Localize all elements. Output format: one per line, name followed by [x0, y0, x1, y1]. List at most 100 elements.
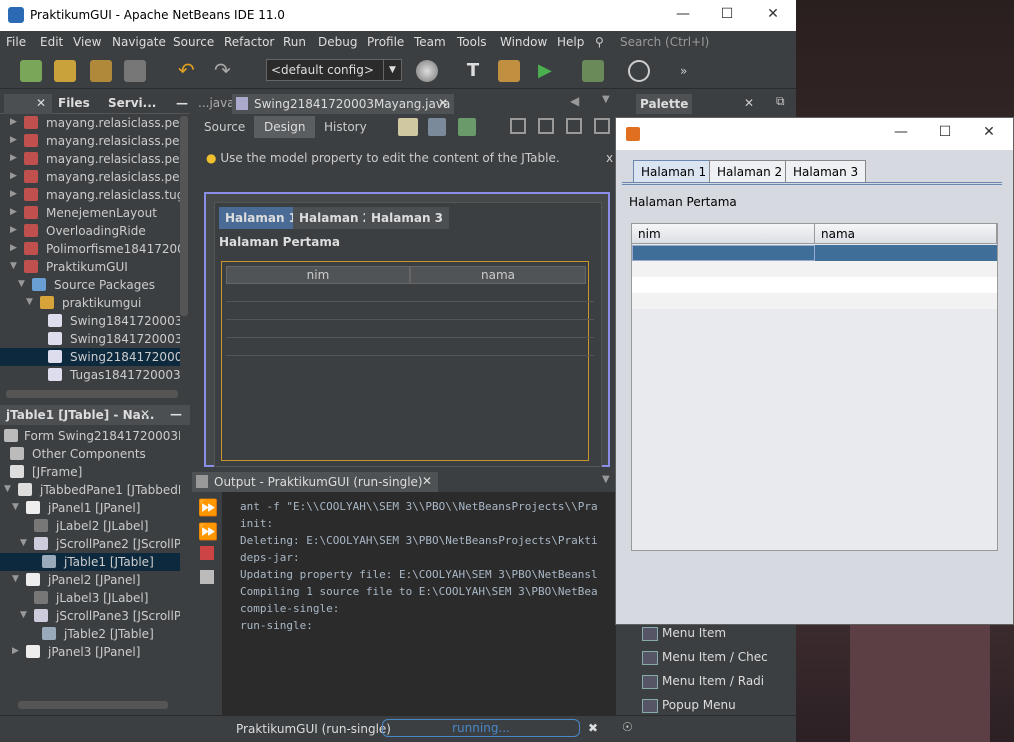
- run-icon[interactable]: ▶: [538, 60, 560, 82]
- column-header-nama[interactable]: nama: [815, 224, 997, 244]
- open-project-icon[interactable]: [90, 60, 112, 82]
- palette-item[interactable]: Menu Item: [642, 624, 726, 644]
- expand-icon[interactable]: ▶: [10, 225, 17, 235]
- collapse-icon[interactable]: ▼: [12, 574, 19, 584]
- tab-design[interactable]: Design: [254, 116, 316, 138]
- build-icon[interactable]: T: [462, 60, 484, 82]
- globe-icon[interactable]: [416, 60, 438, 82]
- nav-item[interactable]: Form Swing21841720003May: [0, 427, 180, 445]
- tab-history[interactable]: History: [314, 116, 377, 138]
- align-top-icon[interactable]: [594, 118, 610, 134]
- collapse-icon[interactable]: ▼: [10, 261, 17, 271]
- stop-icon[interactable]: [200, 546, 214, 560]
- menu-team[interactable]: Team: [414, 35, 446, 49]
- expand-icon[interactable]: ▶: [10, 189, 17, 199]
- collapse-icon[interactable]: ▼: [12, 502, 19, 512]
- design-label[interactable]: Halaman Pertama: [219, 235, 340, 249]
- tab-halaman-2[interactable]: Halaman 2: [709, 160, 791, 183]
- design-column-header[interactable]: nim: [226, 266, 410, 284]
- tree-item[interactable]: Tugas1841720003l: [0, 366, 180, 384]
- tree-item[interactable]: ▶ mayang.relasiclass.perc: [0, 114, 180, 132]
- collapse-icon[interactable]: ▼: [4, 484, 11, 494]
- tab-list-icon[interactable]: ▼: [602, 94, 610, 105]
- menu-tools[interactable]: Tools: [457, 35, 487, 49]
- table-cell-focused[interactable]: [632, 245, 815, 261]
- menu-source[interactable]: Source: [173, 35, 214, 49]
- new-project-icon[interactable]: [54, 60, 76, 82]
- tree-item[interactable]: ▶ Polimorfisme184172000: [0, 240, 180, 258]
- table-row[interactable]: [632, 293, 997, 309]
- minimize-panel-icon[interactable]: —: [170, 407, 182, 421]
- save-all-icon[interactable]: [124, 60, 146, 82]
- table-row[interactable]: [632, 277, 997, 293]
- menu-help[interactable]: Help: [557, 35, 584, 49]
- nav-item[interactable]: ▼ jPanel1 [JPanel]: [0, 499, 180, 517]
- menu-debug[interactable]: Debug: [318, 35, 357, 49]
- minimize-icon[interactable]: —: [886, 124, 916, 140]
- tree-item[interactable]: ▶ mayang.relasiclass.tuga: [0, 186, 180, 204]
- restore-icon[interactable]: ⧉: [776, 94, 785, 109]
- tab-source[interactable]: Source: [194, 116, 255, 138]
- table-row[interactable]: [226, 338, 594, 356]
- close-icon[interactable]: ✕: [744, 96, 754, 110]
- close-icon[interactable]: ✕: [758, 6, 788, 22]
- minimize-icon[interactable]: —: [668, 6, 698, 22]
- table-row[interactable]: [632, 261, 997, 277]
- table-row[interactable]: [226, 320, 594, 338]
- tab-halaman-1[interactable]: Halaman 1: [633, 160, 715, 183]
- editor-tab[interactable]: ...java: [198, 96, 235, 110]
- maximize-icon[interactable]: ☐: [712, 6, 742, 22]
- close-tab-icon[interactable]: ✕: [4, 94, 52, 114]
- table-row[interactable]: [226, 302, 594, 320]
- design-table[interactable]: nim nama: [221, 261, 594, 461]
- cancel-task-icon[interactable]: ✖: [588, 721, 598, 735]
- menu-window[interactable]: Window: [500, 35, 547, 49]
- rerun-icon[interactable]: ⏩: [198, 498, 218, 517]
- table-row-selected[interactable]: [632, 245, 997, 261]
- close-icon[interactable]: ✕: [974, 124, 1004, 140]
- nav-item[interactable]: ▼ jTabbedPane1 [JTabbedPa: [0, 481, 180, 499]
- profile-icon[interactable]: [628, 60, 650, 82]
- table-row[interactable]: [226, 284, 594, 302]
- scroll-tabs-left-icon[interactable]: ◀: [570, 94, 579, 108]
- expand-icon[interactable]: ▶: [10, 171, 17, 181]
- expand-icon[interactable]: ▶: [12, 646, 19, 656]
- nav-item[interactable]: ▼ jPanel2 [JPanel]: [0, 571, 180, 589]
- nav-item[interactable]: ▶ jPanel3 [JPanel]: [0, 643, 180, 661]
- data-table[interactable]: nim nama: [631, 223, 998, 551]
- editor-tab-active[interactable]: Swing21841720003Mayang.java ✕: [232, 94, 454, 114]
- nav-item[interactable]: ▼ jScrollPane3 [JScrollPan: [0, 607, 180, 625]
- output-tab[interactable]: Output - PraktikumGUI (run-single) ✕: [192, 472, 438, 492]
- maximize-icon[interactable]: ☐: [930, 124, 960, 140]
- tree-item-selected[interactable]: Swing2184172000: [0, 348, 180, 366]
- config-select[interactable]: <default config> ▼: [266, 59, 402, 81]
- design-column-header[interactable]: nama: [410, 266, 586, 284]
- align-center-icon[interactable]: [566, 118, 582, 134]
- clean-build-icon[interactable]: [498, 60, 520, 82]
- close-tab-icon[interactable]: ✕: [438, 96, 448, 110]
- tree-item[interactable]: ▶ MenejemenLayout: [0, 204, 180, 222]
- nav-item[interactable]: Other Components: [0, 445, 180, 463]
- nav-item[interactable]: jTable2 [JTable]: [0, 625, 180, 643]
- new-file-icon[interactable]: [20, 60, 42, 82]
- close-hint-icon[interactable]: x: [606, 151, 613, 165]
- menu-edit[interactable]: Edit: [40, 35, 63, 49]
- align-right-icon[interactable]: [538, 118, 554, 134]
- menu-profile[interactable]: Profile: [367, 35, 404, 49]
- nav-item[interactable]: jLabel3 [JLabel]: [0, 589, 180, 607]
- design-tab-halaman-3[interactable]: Halaman 3: [365, 207, 450, 229]
- connection-mode-icon[interactable]: [428, 118, 446, 136]
- vertical-scrollbar[interactable]: [180, 116, 188, 316]
- menu-refactor[interactable]: Refactor: [224, 35, 274, 49]
- tab-services[interactable]: Servi...: [102, 94, 162, 114]
- tree-item[interactable]: Swing1841720003l: [0, 330, 180, 348]
- undo-icon[interactable]: ↶: [178, 60, 200, 82]
- selection-mode-icon[interactable]: [398, 118, 418, 136]
- tree-item[interactable]: ▶ mayang.relasiclass.perc: [0, 132, 180, 150]
- palette-title[interactable]: Palette: [636, 94, 692, 114]
- toolbar-more-icon[interactable]: »: [680, 60, 702, 82]
- notifications-icon[interactable]: ☉: [622, 720, 633, 734]
- collapse-icon[interactable]: ▼: [26, 297, 33, 307]
- nav-item-selected[interactable]: jTable1 [JTable]: [0, 553, 180, 571]
- menu-navigate[interactable]: Navigate: [112, 35, 166, 49]
